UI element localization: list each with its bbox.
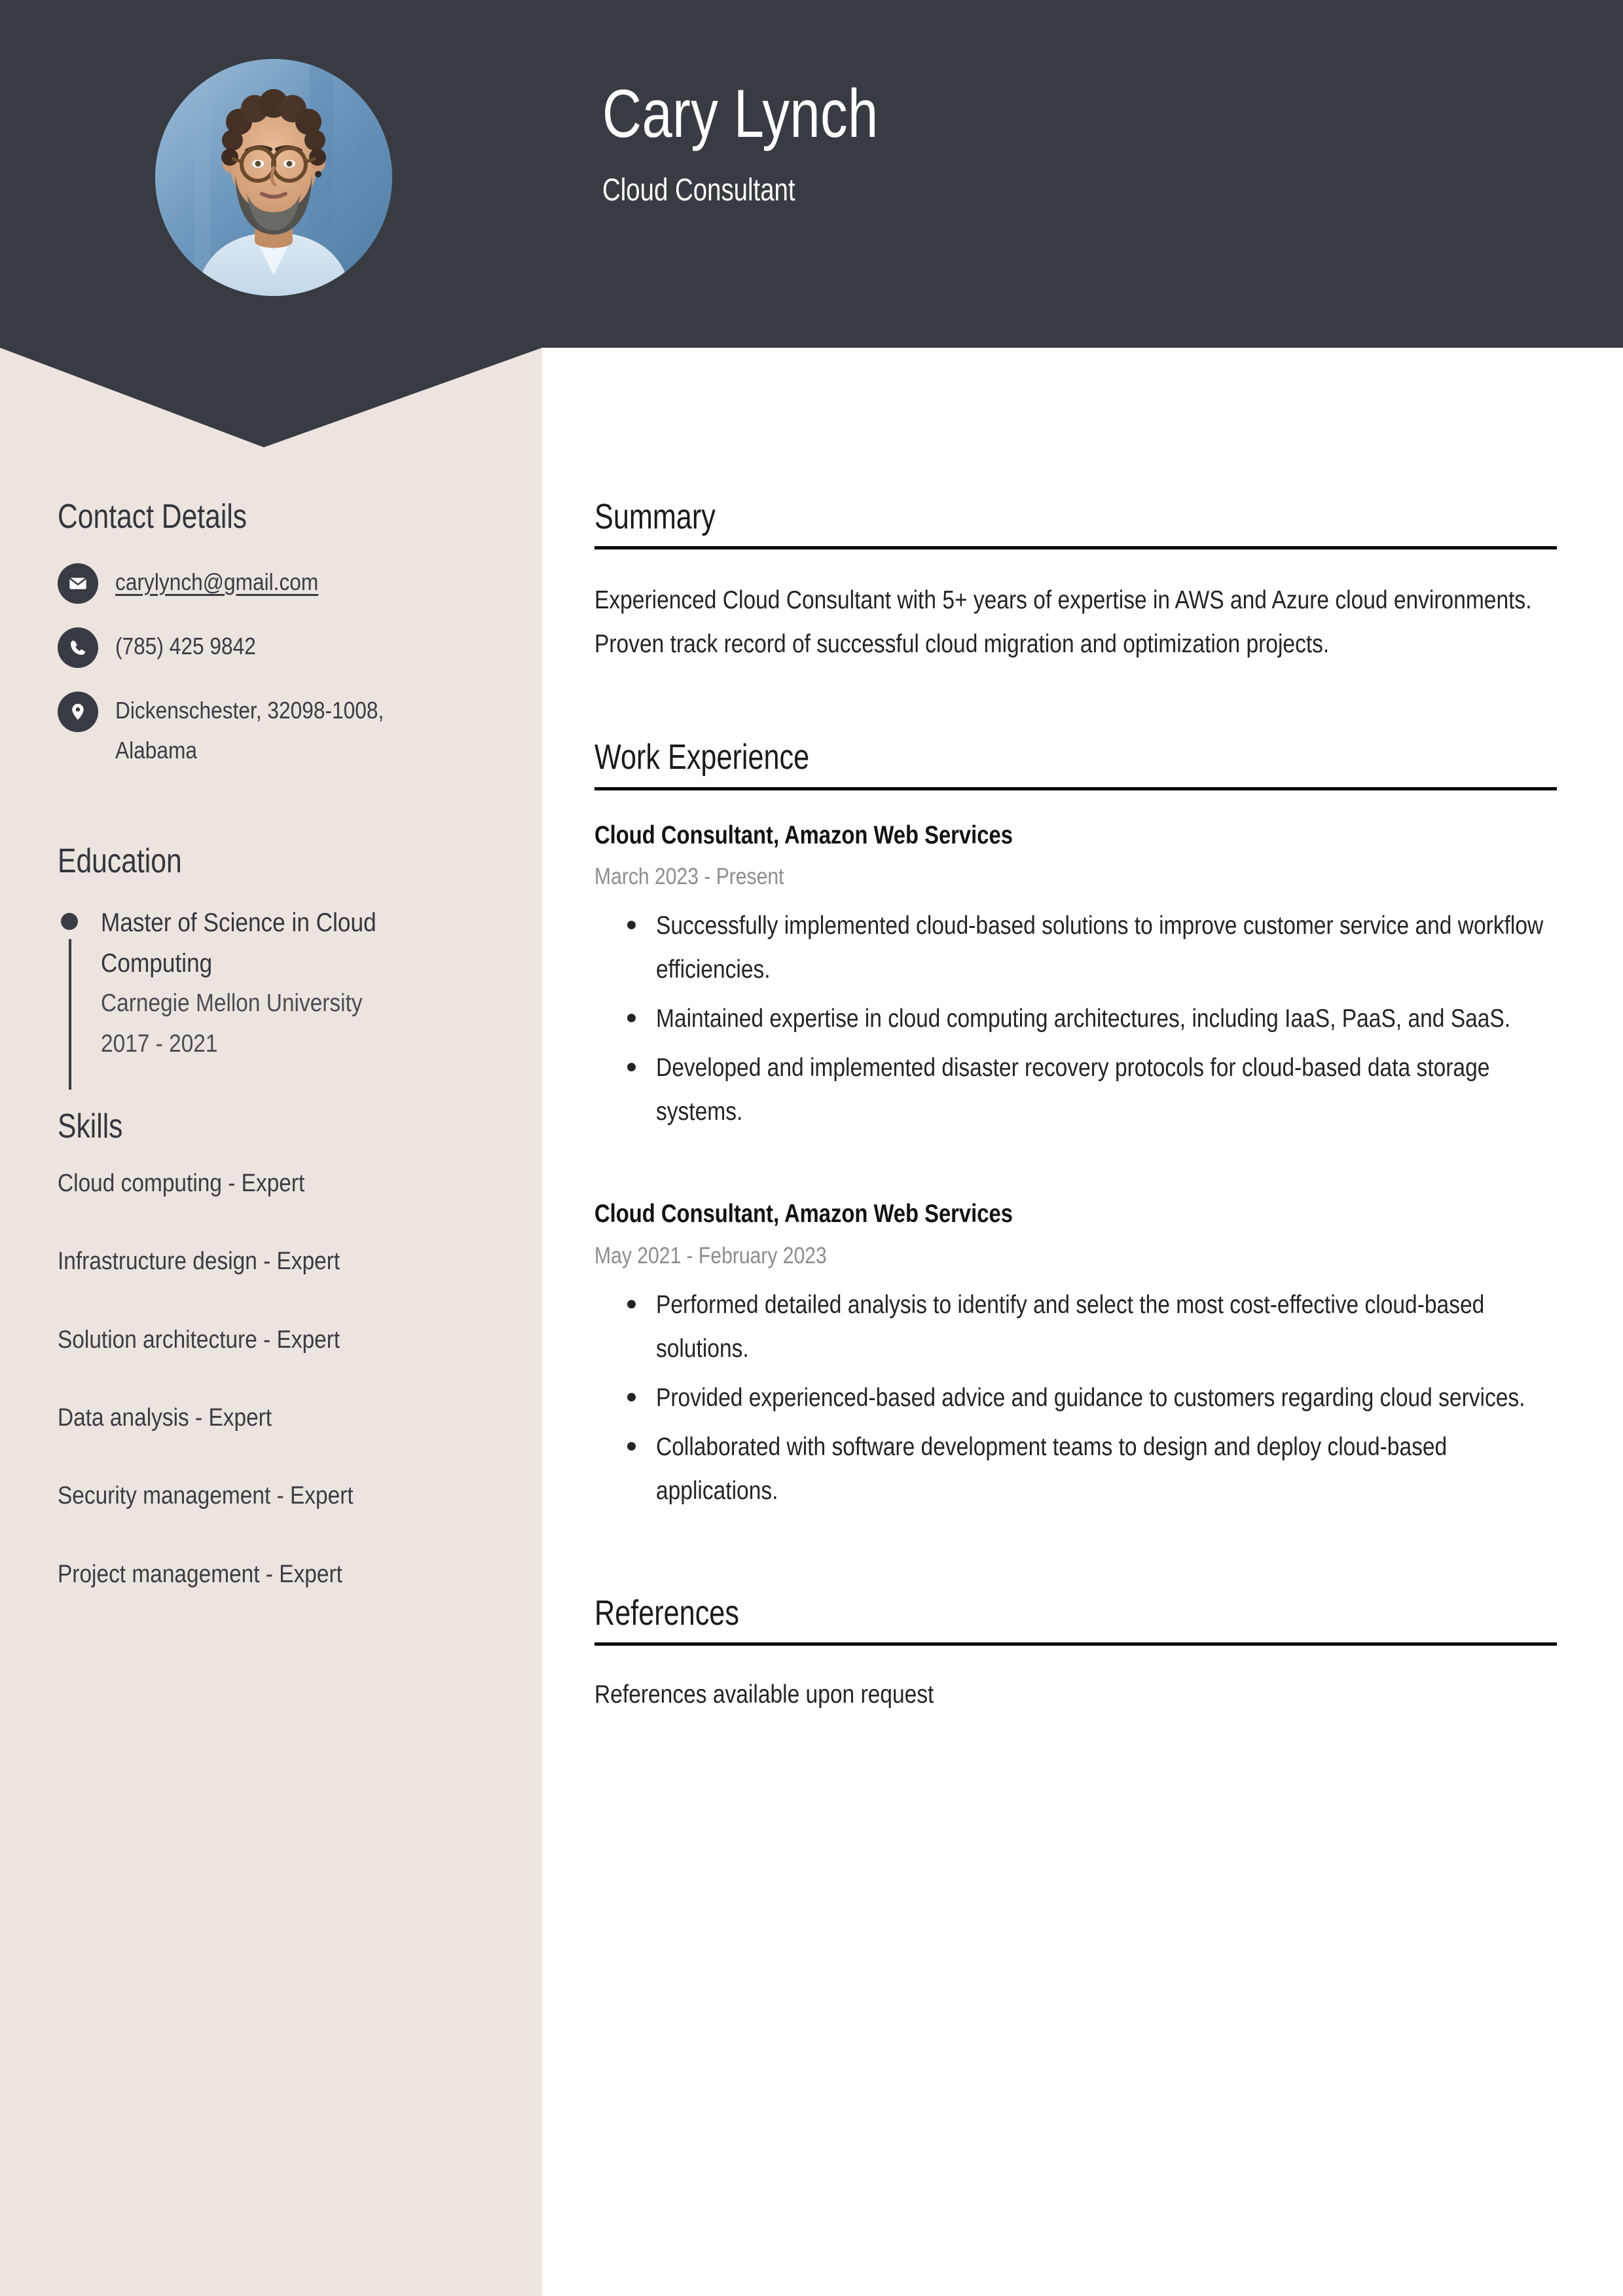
job-bullet-text: Provided experienced-based advice and gu… — [656, 1383, 1525, 1412]
job-title: Cloud Consultant, Amazon Web Services — [594, 821, 1013, 849]
job-entry: Cloud Consultant, Amazon Web Services Ma… — [594, 1198, 1557, 1513]
resume-page: Cary Lynch Cloud Consultant Contact Deta… — [0, 0, 1623, 2296]
job-bullet-text: Developed and implemented disaster recov… — [656, 1054, 1490, 1126]
section-contact-details: Contact Details carylynch@gmail.com (785… — [58, 498, 496, 770]
education-entry: Master of Science in Cloud Computing Car… — [58, 902, 496, 1090]
contact-address-value: Dickenschester, 32098-1008, Alabama — [115, 696, 384, 764]
section-divider — [594, 546, 1557, 550]
section-divider — [594, 1642, 1557, 1646]
timeline-line — [69, 938, 71, 1090]
job-bullet-text: Maintained expertise in cloud computing … — [656, 1005, 1511, 1033]
job-bullet: Maintained expertise in cloud computing … — [627, 997, 1557, 1041]
contact-phone-value: (785) 425 9842 — [115, 632, 256, 659]
job-bullet: Successfully implemented cloud-based sol… — [627, 904, 1557, 991]
profile-photo-image — [155, 59, 392, 296]
skill-item: Data analysis - Expert — [58, 1404, 272, 1432]
references-heading: References — [594, 1593, 739, 1633]
job-bullet-text: Successfully implemented cloud-based sol… — [656, 911, 1544, 984]
main-content: Summary Experienced Cloud Consultant wit… — [594, 498, 1557, 1716]
header-text-block: Cary Lynch Cloud Consultant — [602, 77, 1552, 210]
job-bullet-text: Collaborated with software development t… — [656, 1432, 1448, 1505]
job-bullet: Performed detailed analysis to identify … — [627, 1283, 1557, 1371]
timeline-dot-icon — [61, 912, 78, 930]
job-dates: May 2021 - February 2023 — [594, 1243, 827, 1269]
section-summary: Summary Experienced Cloud Consultant wit… — [594, 498, 1557, 666]
sidebar: Contact Details carylynch@gmail.com (785… — [58, 498, 496, 1637]
job-bullet-text: Performed detailed analysis to identify … — [656, 1290, 1485, 1363]
location-pin-icon — [58, 691, 98, 732]
job-bullet-list: Performed detailed analysis to identify … — [594, 1283, 1557, 1513]
phone-icon — [58, 627, 98, 668]
summary-heading: Summary — [594, 497, 716, 536]
skill-item: Infrastructure design - Expert — [58, 1248, 340, 1276]
contact-item-email[interactable]: carylynch@gmail.com — [58, 562, 496, 604]
job-bullet: Provided experienced-based advice and gu… — [627, 1376, 1557, 1420]
job-bullet: Collaborated with software development t… — [627, 1425, 1557, 1513]
skill-item: Cloud computing - Expert — [58, 1169, 305, 1197]
job-entry: Cloud Consultant, Amazon Web Services Ma… — [594, 819, 1557, 1134]
job-bullet: Developed and implemented disaster recov… — [627, 1046, 1557, 1134]
skill-item: Solution architecture - Expert — [58, 1325, 340, 1354]
section-divider — [594, 787, 1557, 790]
person-name: Cary Lynch — [602, 76, 879, 152]
profile-photo — [155, 59, 392, 296]
contact-details-heading: Contact Details — [58, 498, 247, 536]
education-degree: Master of Science in Cloud Computing — [101, 908, 376, 978]
references-text: References available upon request — [594, 1680, 934, 1709]
envelope-icon — [58, 563, 98, 604]
contact-item-phone[interactable]: (785) 425 9842 — [58, 626, 496, 668]
education-heading: Education — [58, 842, 182, 881]
skills-heading: Skills — [58, 1107, 123, 1146]
main-background — [542, 348, 1623, 479]
job-bullet-list: Successfully implemented cloud-based sol… — [594, 904, 1557, 1134]
contact-email-value[interactable]: carylynch@gmail.com — [115, 562, 450, 602]
section-references: References References available upon req… — [594, 1594, 1557, 1716]
education-school: Carnegie Mellon University — [101, 989, 363, 1017]
section-skills: Skills Cloud computing - Expert Infrastr… — [58, 1107, 496, 1591]
summary-text: Experienced Cloud Consultant with 5+ yea… — [594, 586, 1532, 659]
section-education: Education Master of Science in Cloud Com… — [58, 842, 496, 1090]
skill-item: Security management - Expert — [58, 1482, 354, 1510]
education-dates: 2017 - 2021 — [101, 1029, 218, 1058]
job-dates: March 2023 - Present — [594, 864, 784, 890]
contact-item-address: Dickenschester, 32098-1008, Alabama — [58, 690, 496, 770]
skill-item: Project management - Expert — [58, 1560, 342, 1588]
section-work-experience: Work Experience Cloud Consultant, Amazon… — [594, 738, 1557, 1512]
work-experience-heading: Work Experience — [594, 737, 810, 777]
job-title: Cloud Consultant, Amazon Web Services — [594, 1200, 1013, 1229]
person-job-title: Cloud Consultant — [602, 173, 795, 208]
